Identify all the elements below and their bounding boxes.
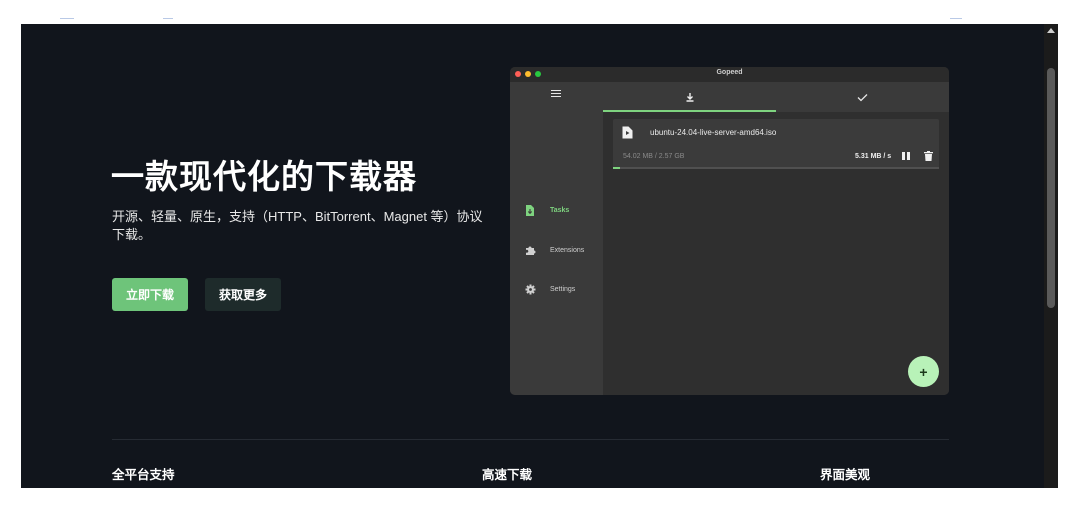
- feature-title-beautiful-ui: 界面美观: [820, 468, 871, 482]
- download-now-button[interactable]: 立即下载: [112, 278, 188, 311]
- tabs-bar: [603, 82, 949, 112]
- delete-icon[interactable]: [924, 151, 933, 161]
- scroll-up-arrow-icon[interactable]: [1047, 28, 1055, 33]
- feature-title-cross-platform: 全平台支持: [112, 468, 175, 482]
- app-preview-window: Gopeed Tasks Extensions Settings ubuntu-…: [510, 67, 949, 395]
- sidebar-item-label: Settings: [550, 285, 576, 293]
- sidebar-item-label: Tasks: [550, 206, 570, 214]
- top-tick: [60, 18, 74, 19]
- section-divider: [112, 439, 949, 440]
- scroll-thumb[interactable]: [1047, 68, 1055, 308]
- task-item[interactable]: ubuntu-24.04-live-server-amd64.iso 54.02…: [613, 119, 939, 169]
- app-sidebar: Tasks Extensions Settings: [510, 82, 603, 395]
- hero-title: 一款现代化的下载器: [111, 158, 417, 195]
- download-icon: [686, 93, 693, 102]
- hamburger-menu-icon[interactable]: [551, 90, 561, 98]
- app-titlebar: Gopeed: [510, 67, 949, 82]
- gear-icon: [524, 283, 536, 295]
- tab-downloading[interactable]: [603, 82, 776, 112]
- get-more-button[interactable]: 获取更多: [205, 278, 281, 311]
- task-progress-fill: [613, 167, 620, 169]
- active-tab-indicator: [603, 110, 776, 112]
- task-progress-bar: [613, 167, 939, 169]
- file-download-icon: [524, 204, 536, 216]
- page-top-edge: [0, 18, 1080, 22]
- tab-completed[interactable]: [776, 82, 949, 112]
- add-task-button[interactable]: +: [908, 356, 939, 387]
- task-speed: 5.31 MB / s: [855, 153, 892, 160]
- task-size: 54.02 MB / 2.57 GB: [623, 153, 685, 160]
- sidebar-item-label: Extensions: [550, 246, 585, 254]
- top-tick: [163, 18, 173, 19]
- app-window-title: Gopeed: [716, 69, 743, 76]
- sidebar-item-extensions[interactable]: Extensions: [524, 243, 584, 257]
- file-icon: [622, 126, 633, 139]
- hero-description: 开源、轻量、原生，支持（HTTP、BitTorrent、Magnet 等）协议下…: [112, 209, 483, 242]
- checkmark-icon: [857, 93, 868, 101]
- puzzle-icon: [524, 244, 536, 256]
- task-filename: ubuntu-24.04-live-server-amd64.iso: [650, 128, 777, 137]
- sidebar-item-settings[interactable]: Settings: [524, 282, 575, 296]
- app-main-panel: ubuntu-24.04-live-server-amd64.iso 54.02…: [603, 82, 949, 395]
- sidebar-item-tasks[interactable]: Tasks: [524, 203, 569, 217]
- website-viewport: 一款现代化的下载器 开源、轻量、原生，支持（HTTP、BitTorrent、Ma…: [21, 24, 1044, 488]
- feature-title-fast-download: 高速下载: [482, 468, 533, 482]
- top-tick: [950, 18, 962, 19]
- plus-icon: +: [919, 363, 928, 380]
- vertical-scrollbar[interactable]: [1044, 24, 1058, 488]
- pause-icon[interactable]: [902, 152, 911, 161]
